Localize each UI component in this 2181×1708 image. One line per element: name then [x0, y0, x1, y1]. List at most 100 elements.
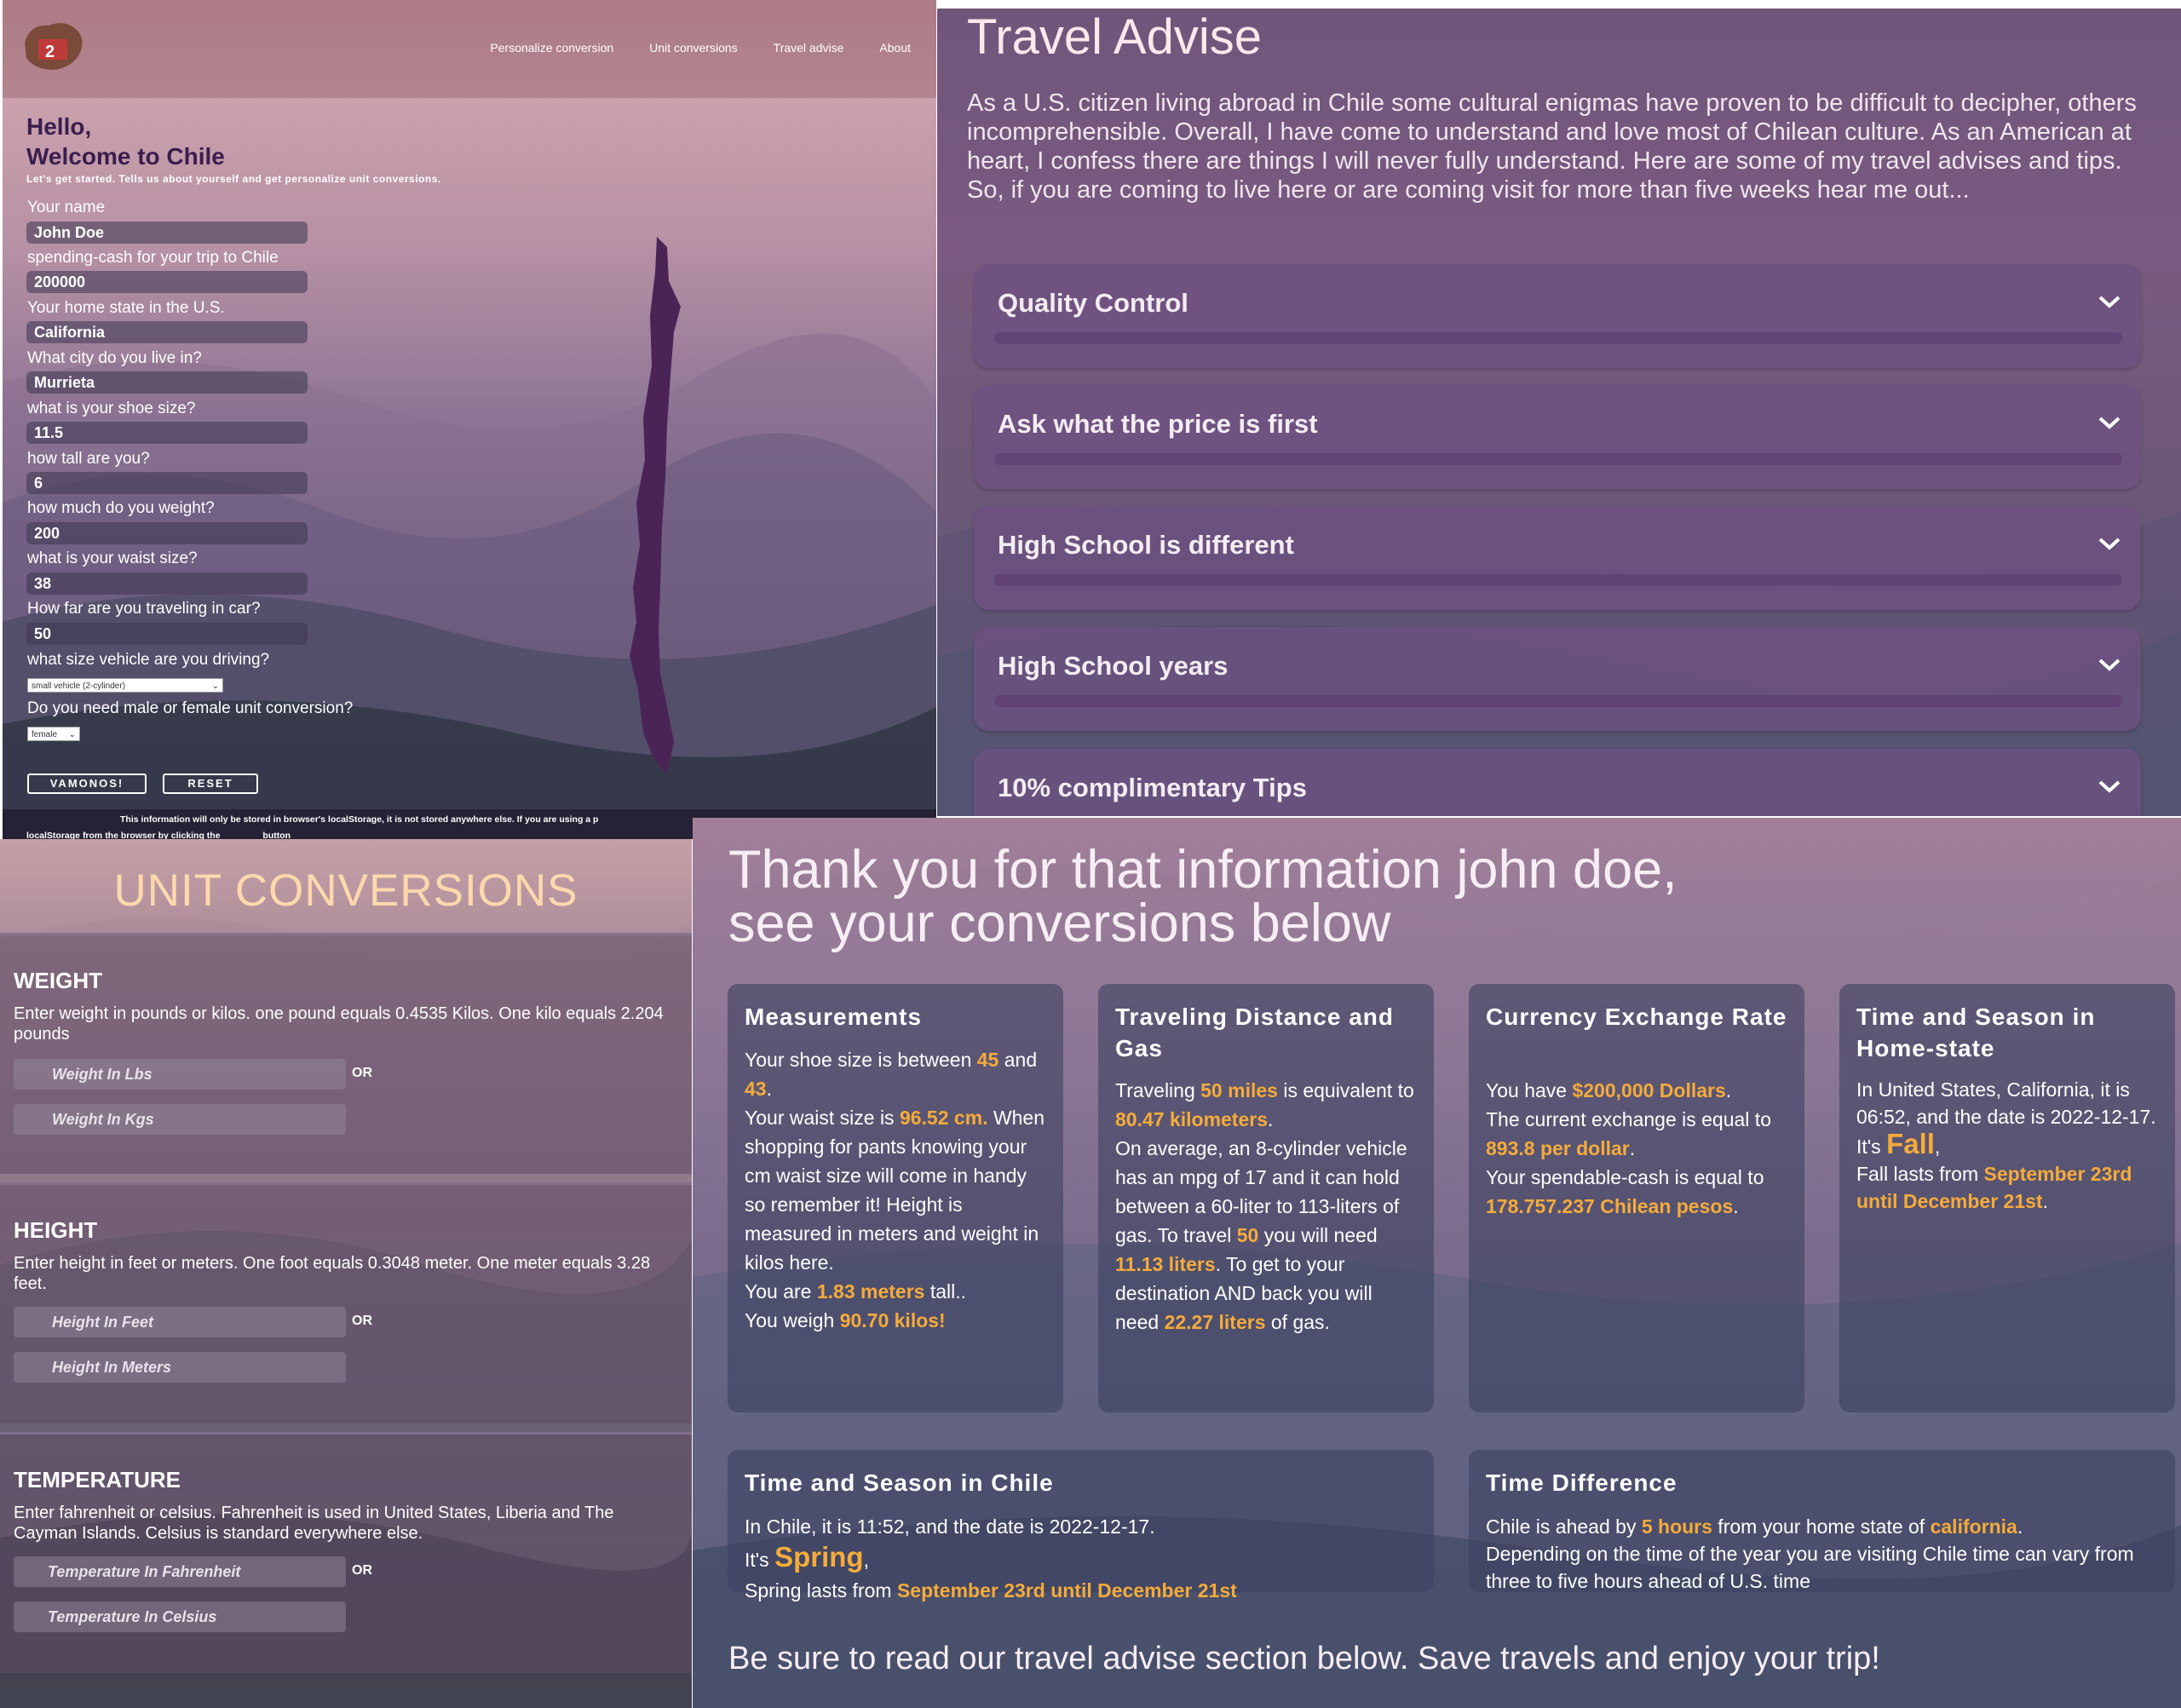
exchange-rate: 893.8 per dollar: [1486, 1137, 1630, 1159]
height-input[interactable]: 6: [26, 472, 308, 494]
top-nav: 2 Personalize conversion Unit conversion…: [3, 0, 936, 98]
height-feet-input[interactable]: Height In Feet: [14, 1307, 346, 1337]
height-meters-input[interactable]: Height In Meters: [14, 1352, 346, 1383]
liters-round-trip: 22.27 liters: [1164, 1311, 1266, 1333]
vamonos-button[interactable]: VAMONOS!: [27, 773, 147, 794]
weight-kilos: 90.70 kilos!: [839, 1309, 946, 1331]
personalize-panel: 2 Personalize conversion Unit conversion…: [3, 0, 936, 839]
text: .: [1268, 1108, 1274, 1130]
travel-advise-intro: As a U.S. citizen living abroad in Chile…: [967, 89, 2137, 204]
text: It's: [1856, 1136, 1887, 1158]
name-label: Your name: [27, 198, 106, 216]
temperature-section: TEMPERATURE Enter fahrenheit or celsius.…: [0, 1432, 692, 1673]
text: It's: [745, 1549, 775, 1571]
accordion-title: Quality Control: [998, 288, 1188, 318]
city-label: What city do you live in?: [27, 349, 202, 367]
weight-heading: WEIGHT: [14, 968, 102, 993]
height-meters: 1.83 meters: [816, 1280, 925, 1303]
weight-input[interactable]: 200: [26, 522, 308, 544]
shoe-input[interactable]: 11.5: [26, 422, 308, 444]
form-subtitle: Let's get started. Tells us about yourse…: [26, 173, 441, 185]
waist-label: what is your waist size?: [27, 549, 198, 567]
card-title: Measurements: [745, 1004, 923, 1030]
text: .: [2017, 1515, 2023, 1538]
temperature-celsius-input[interactable]: Temperature In Celsius: [14, 1602, 346, 1632]
thank-you-line2: see your conversions below: [728, 894, 1391, 953]
card-body: Chile is ahead by 5 hours from your home…: [1486, 1513, 2161, 1595]
hours-ahead: 5 hours: [1641, 1515, 1712, 1538]
nav-unit-conversions[interactable]: Unit conversions: [649, 41, 738, 55]
city-input[interactable]: Murrieta: [26, 371, 308, 394]
accordion-title: Ask what the price is first: [998, 409, 1318, 439]
text: from your home state of: [1712, 1515, 1931, 1538]
distance-km: 80.47 kilometers: [1115, 1108, 1269, 1130]
gender-select[interactable]: female ⌄: [27, 727, 80, 741]
text: You have: [1486, 1079, 1573, 1101]
thank-you-heading: Thank you for that information john doe,…: [728, 843, 1677, 951]
or-label: OR: [352, 1314, 372, 1328]
text: In United States, California, it is 06:5…: [1856, 1078, 2156, 1128]
distance-miles: 50 miles: [1200, 1079, 1278, 1101]
site-logo-icon[interactable]: 2: [20, 17, 88, 75]
home-time-card: Time and Season in Home-state In United …: [1839, 984, 2175, 1412]
name-input[interactable]: John Doe: [26, 221, 308, 244]
liters-one-way: 11.13 liters: [1115, 1253, 1216, 1275]
cash-input[interactable]: 200000: [26, 271, 308, 293]
chevron-down-icon: ⌄: [211, 681, 219, 691]
accordion-ask-price[interactable]: Ask what the price is first: [974, 385, 2141, 489]
thank-you-line1: Thank you for that information john doe,: [728, 840, 1677, 900]
card-body: Traveling 50 miles is equivalent to 80.4…: [1115, 1076, 1420, 1337]
text: Your shoe size is between: [745, 1049, 977, 1071]
weight-label: how much do you weight?: [27, 499, 215, 517]
gender-select-value: female: [32, 730, 58, 739]
text: ,: [1934, 1136, 1941, 1158]
storage-note-line1: This information will only be stored in …: [120, 814, 599, 825]
text: Chile is ahead by: [1486, 1515, 1642, 1538]
nav-travel-advise[interactable]: Travel advise: [774, 41, 844, 55]
time-difference-card: Time Difference Chile is ahead by 5 hour…: [1469, 1450, 2175, 1592]
text: tall..: [924, 1280, 967, 1303]
height-heading: HEIGHT: [14, 1217, 98, 1243]
home-state: california: [1930, 1515, 2017, 1538]
shoe-size-high: 45: [976, 1049, 999, 1071]
results-panel: Thank you for that information john doe,…: [693, 818, 2181, 1708]
distance-input[interactable]: 50: [26, 623, 308, 645]
waist-input[interactable]: 38: [26, 572, 308, 595]
text: In Chile, it is 11:52, and the date is 2…: [745, 1515, 1155, 1538]
waist-cm: 96.52 cm.: [899, 1107, 988, 1129]
distance-card: Traveling Distance and Gas Traveling 50 …: [1098, 984, 1434, 1412]
or-label: OR: [352, 1563, 372, 1578]
accordion-quality-control[interactable]: Quality Control: [974, 264, 2141, 368]
text: Spring lasts from: [745, 1579, 897, 1602]
weight-lbs-input[interactable]: Weight In Lbs: [14, 1059, 346, 1090]
vehicle-label: what size vehicle are you driving?: [27, 651, 270, 669]
accordion-high-school-different[interactable]: High School is different: [974, 506, 2141, 610]
reset-button[interactable]: RESET: [163, 773, 258, 794]
text: ,: [863, 1549, 869, 1571]
card-title: Currency Exchange Rate: [1486, 1004, 1787, 1030]
accordion-progress-bar: [994, 453, 2122, 465]
weight-kgs-input[interactable]: Weight In Kgs: [14, 1104, 346, 1135]
chevron-down-icon: ⌄: [68, 730, 76, 739]
text: .: [1725, 1079, 1732, 1101]
card-title: Time and Season in Home-state: [1856, 1004, 2096, 1061]
accordion-tips[interactable]: 10% complimentary Tips: [974, 749, 2141, 816]
text: .: [2042, 1190, 2048, 1212]
pesos-amount: 178.757.237 Chilean pesos: [1486, 1195, 1734, 1217]
temperature-fahrenheit-input[interactable]: Temperature In Fahrenheit: [14, 1556, 346, 1587]
text: When shopping for pants knowing your cm …: [745, 1107, 1045, 1274]
nav-about[interactable]: About: [879, 41, 911, 55]
currency-card: Currency Exchange Rate You have $200,000…: [1469, 984, 1804, 1412]
chile-time-card: Time and Season in Chile In Chile, it is…: [728, 1450, 1434, 1602]
nav-personalize[interactable]: Personalize conversion: [490, 41, 613, 55]
state-label: Your home state in the U.S.: [27, 299, 225, 317]
vehicle-select[interactable]: small vehicle (2-cylinder) ⌄: [27, 678, 223, 693]
accordion-progress-bar: [994, 695, 2122, 707]
accordion-high-school-years[interactable]: High School years: [974, 627, 2141, 731]
state-input[interactable]: California: [26, 321, 308, 343]
height-label: how tall are you?: [27, 450, 150, 468]
text: Depending on the time of the year you ar…: [1486, 1543, 2134, 1592]
text: You weigh: [745, 1309, 840, 1331]
text: .: [1733, 1195, 1739, 1217]
accordion-title: High School is different: [998, 530, 1294, 560]
